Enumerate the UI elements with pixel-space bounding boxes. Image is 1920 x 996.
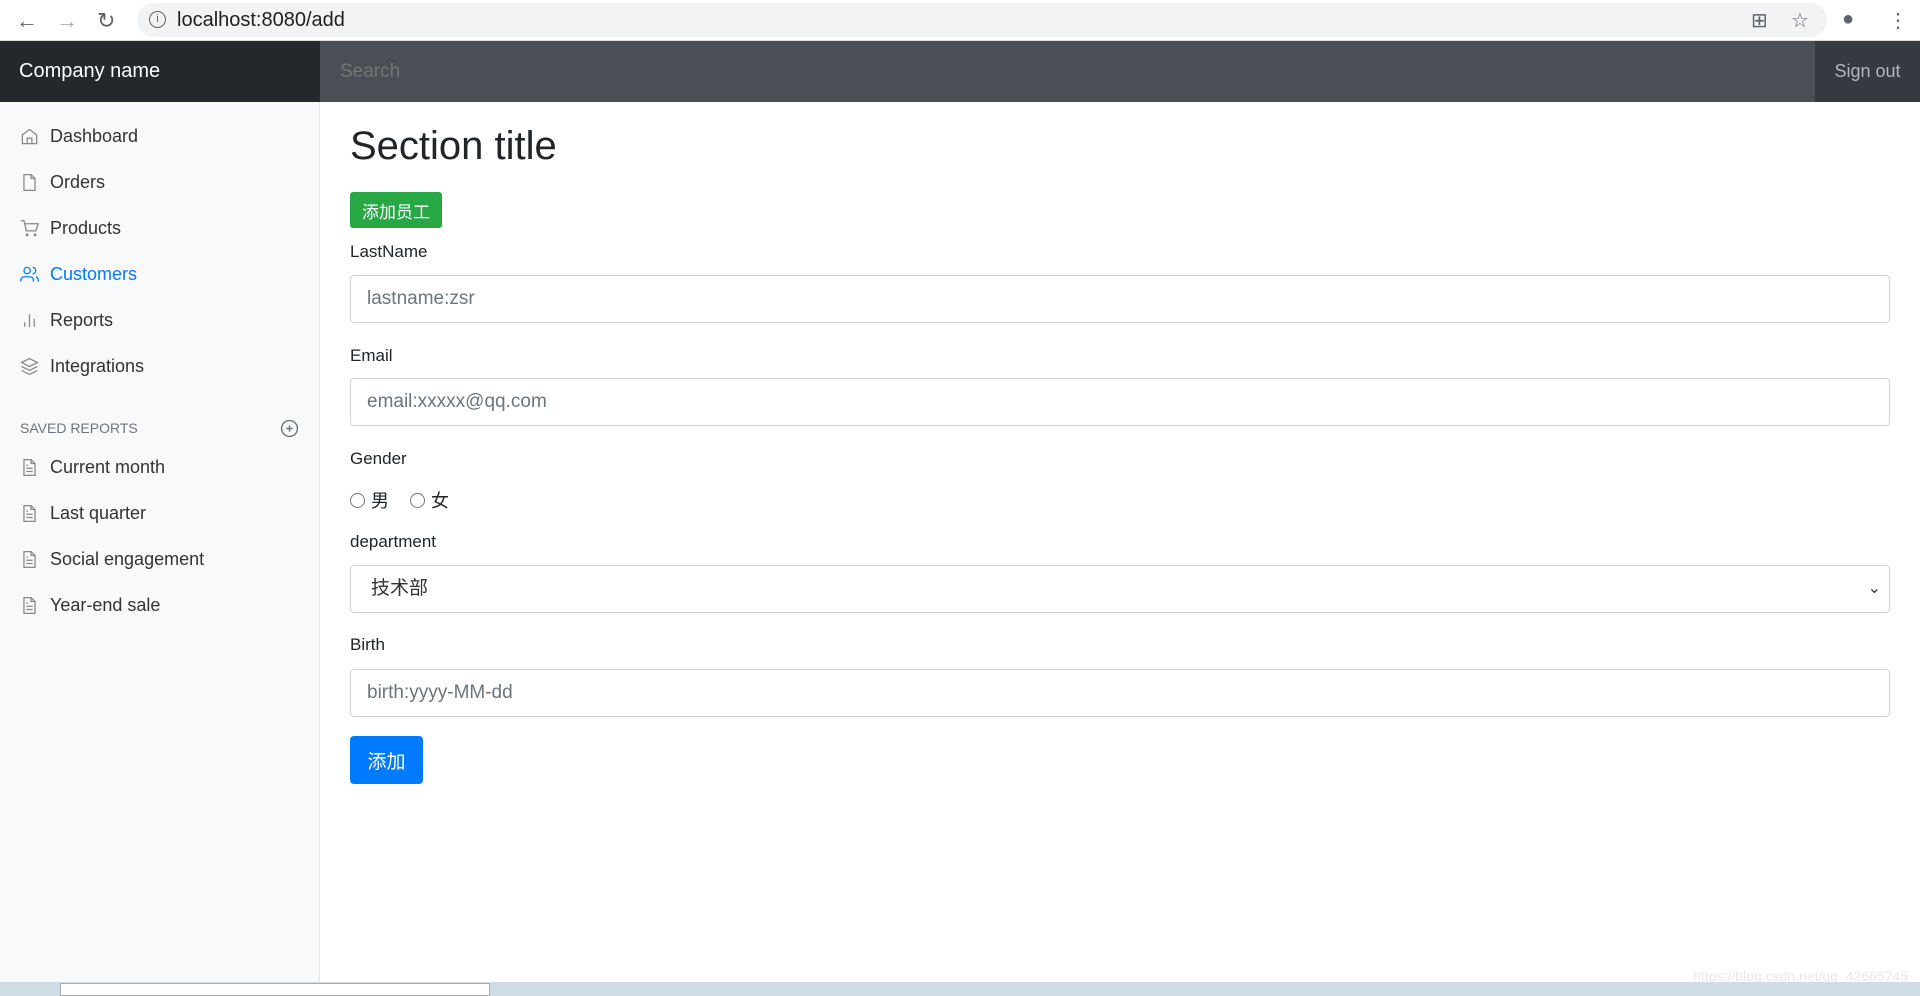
- sidebar-item-products[interactable]: Products: [20, 213, 121, 243]
- menu-icon[interactable]: ⋮: [1888, 8, 1908, 33]
- radio-label: 男: [371, 491, 389, 511]
- gender-radio-male[interactable]: 男: [350, 487, 389, 513]
- sidebar-item-label: Reports: [50, 309, 114, 330]
- browser-toolbar: ← → ↻ i localhost:8080/add ⊞ ☆ ● ⋮: [0, 0, 1920, 41]
- chevron-down-icon: ⌄: [1867, 580, 1881, 597]
- sidebar-item-label: Orders: [50, 171, 106, 192]
- lastname-input[interactable]: lastname:zsr: [350, 275, 1890, 323]
- forward-icon[interactable]: →: [56, 8, 78, 34]
- saved-reports-heading: SAVED REPORTS: [20, 420, 138, 436]
- lastname-label: LastName: [350, 242, 428, 261]
- url-text[interactable]: localhost:8080/add: [177, 9, 345, 32]
- department-value: 技术部: [371, 578, 429, 599]
- sidebar: Dashboard Orders Products Customers Repo…: [0, 102, 320, 982]
- address-bar[interactable]: i localhost:8080/add: [137, 3, 1827, 37]
- sidebar-item-label: Social engagement: [50, 548, 205, 569]
- translate-icon[interactable]: ⊞: [1751, 8, 1768, 33]
- bar-chart-icon: [24, 313, 35, 327]
- radio-button[interactable]: [350, 492, 365, 508]
- saved-report-social-engagement[interactable]: Social engagement: [20, 544, 204, 574]
- birth-input[interactable]: birth:yyyy-MM-dd: [350, 669, 1890, 717]
- saved-report-year-end-sale[interactable]: Year-end sale: [20, 590, 160, 620]
- sign-out-link[interactable]: Sign out: [1815, 41, 1920, 102]
- page-title: Section title: [350, 124, 557, 168]
- file-text-icon: [23, 504, 36, 522]
- brand[interactable]: Company name: [0, 41, 320, 102]
- sidebar-item-orders[interactable]: Orders: [20, 167, 105, 197]
- star-icon[interactable]: ☆: [1791, 8, 1809, 33]
- sidebar-item-label: Dashboard: [50, 125, 139, 146]
- file-text-icon: [23, 458, 36, 476]
- birth-label: Birth: [350, 635, 385, 654]
- layers-icon: [20, 357, 39, 375]
- back-icon[interactable]: ←: [16, 8, 38, 34]
- profile-icon[interactable]: ●: [1842, 8, 1854, 31]
- os-taskbar: [0, 982, 1920, 996]
- radio-label: 女: [431, 491, 449, 511]
- search-input[interactable]: [320, 41, 1815, 102]
- sidebar-item-label: Current month: [50, 456, 166, 477]
- email-input[interactable]: email:xxxxx@qq.com: [350, 378, 1890, 426]
- gender-label: Gender: [350, 449, 407, 468]
- info-icon[interactable]: i: [149, 11, 166, 28]
- sidebar-item-label: Last quarter: [50, 502, 147, 523]
- sidebar-item-reports[interactable]: Reports: [20, 305, 113, 335]
- users-icon: [20, 266, 39, 282]
- radio-button[interactable]: [410, 492, 425, 508]
- saved-report-current-month[interactable]: Current month: [20, 452, 165, 482]
- shopping-cart-icon: [20, 219, 39, 236]
- reload-icon[interactable]: ↻: [97, 8, 115, 34]
- sidebar-item-label: Customers: [50, 263, 138, 284]
- add-report-icon[interactable]: [280, 419, 299, 438]
- file-icon: [23, 173, 36, 191]
- file-text-icon: [23, 596, 36, 614]
- sidebar-item-label: Integrations: [50, 355, 145, 376]
- sidebar-item-label: Year-end sale: [50, 594, 161, 615]
- sidebar-item-customers[interactable]: Customers: [20, 259, 137, 289]
- sidebar-item-dashboard[interactable]: Dashboard: [20, 121, 138, 151]
- home-icon: [21, 128, 38, 144]
- taskbar-search[interactable]: [60, 983, 490, 996]
- department-label: department: [350, 532, 436, 551]
- submit-button[interactable]: 添加: [350, 736, 423, 784]
- sidebar-item-integrations[interactable]: Integrations: [20, 351, 144, 381]
- add-employee-button[interactable]: 添加员工: [350, 192, 442, 228]
- gender-radio-female[interactable]: 女: [410, 487, 449, 513]
- saved-report-last-quarter[interactable]: Last quarter: [20, 498, 146, 528]
- sidebar-item-label: Products: [50, 217, 122, 238]
- department-select[interactable]: 技术部 ⌄: [350, 565, 1890, 613]
- email-label: Email: [350, 346, 393, 365]
- file-text-icon: [23, 550, 36, 568]
- top-navbar: Company name Sign out: [0, 41, 1920, 102]
